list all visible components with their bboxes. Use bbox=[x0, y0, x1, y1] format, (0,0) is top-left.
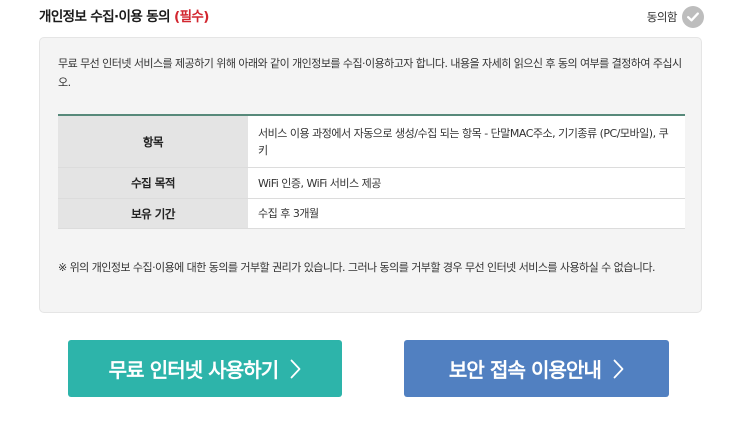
secure-guide-button[interactable]: 보안 접속 이용안내 bbox=[404, 340, 669, 397]
chevron-right-icon bbox=[290, 359, 301, 378]
free-internet-label: 무료 인터넷 사용하기 bbox=[108, 358, 280, 382]
agree-toggle[interactable]: 동의함 bbox=[647, 6, 704, 28]
table-row: 수집 목적 WiFi 인증, WiFi 서비스 제공 bbox=[58, 168, 685, 199]
table-row: 보유 기간 수집 후 3개월 bbox=[58, 199, 685, 229]
row-label: 수집 목적 bbox=[58, 168, 248, 198]
consent-title-text: 개인정보 수집·이용 동의 bbox=[39, 9, 171, 25]
row-value: WiFi 인증, WiFi 서비스 제공 bbox=[248, 168, 685, 198]
consent-table: 항목 서비스 이용 과정에서 자동으로 생성/수집 되는 항목 - 단말MAC주… bbox=[58, 114, 685, 229]
row-label: 항목 bbox=[58, 116, 248, 167]
check-icon[interactable] bbox=[682, 6, 704, 28]
row-value: 서비스 이용 과정에서 자동으로 생성/수집 되는 항목 - 단말MAC주소, … bbox=[248, 116, 685, 167]
row-value: 수집 후 3개월 bbox=[248, 199, 685, 228]
required-mark: (필수) bbox=[174, 9, 209, 25]
consent-title: 개인정보 수집·이용 동의 (필수) bbox=[39, 6, 209, 28]
consent-page: 개인정보 수집·이용 동의 (필수) 동의함 무료 무선 인터넷 서비스를 제공… bbox=[0, 0, 743, 424]
refusal-notice: ※ 위의 개인정보 수집·이용에 대한 동의를 거부할 권리가 있습니다. 그러… bbox=[58, 261, 655, 274]
chevron-right-icon bbox=[613, 359, 624, 378]
secure-guide-label: 보안 접속 이용안내 bbox=[448, 358, 602, 382]
agree-label: 동의함 bbox=[646, 10, 678, 24]
intro-text: 무료 무선 인터넷 서비스를 제공하기 위해 아래와 같이 개인정보를 수집·이… bbox=[58, 57, 682, 89]
consent-header: 개인정보 수집·이용 동의 (필수) 동의함 bbox=[39, 6, 704, 30]
row-label: 보유 기간 bbox=[58, 199, 248, 228]
free-internet-button[interactable]: 무료 인터넷 사용하기 bbox=[68, 340, 342, 397]
consent-box: 무료 무선 인터넷 서비스를 제공하기 위해 아래와 같이 개인정보를 수집·이… bbox=[39, 37, 702, 313]
table-row: 항목 서비스 이용 과정에서 자동으로 생성/수집 되는 항목 - 단말MAC주… bbox=[58, 116, 685, 168]
